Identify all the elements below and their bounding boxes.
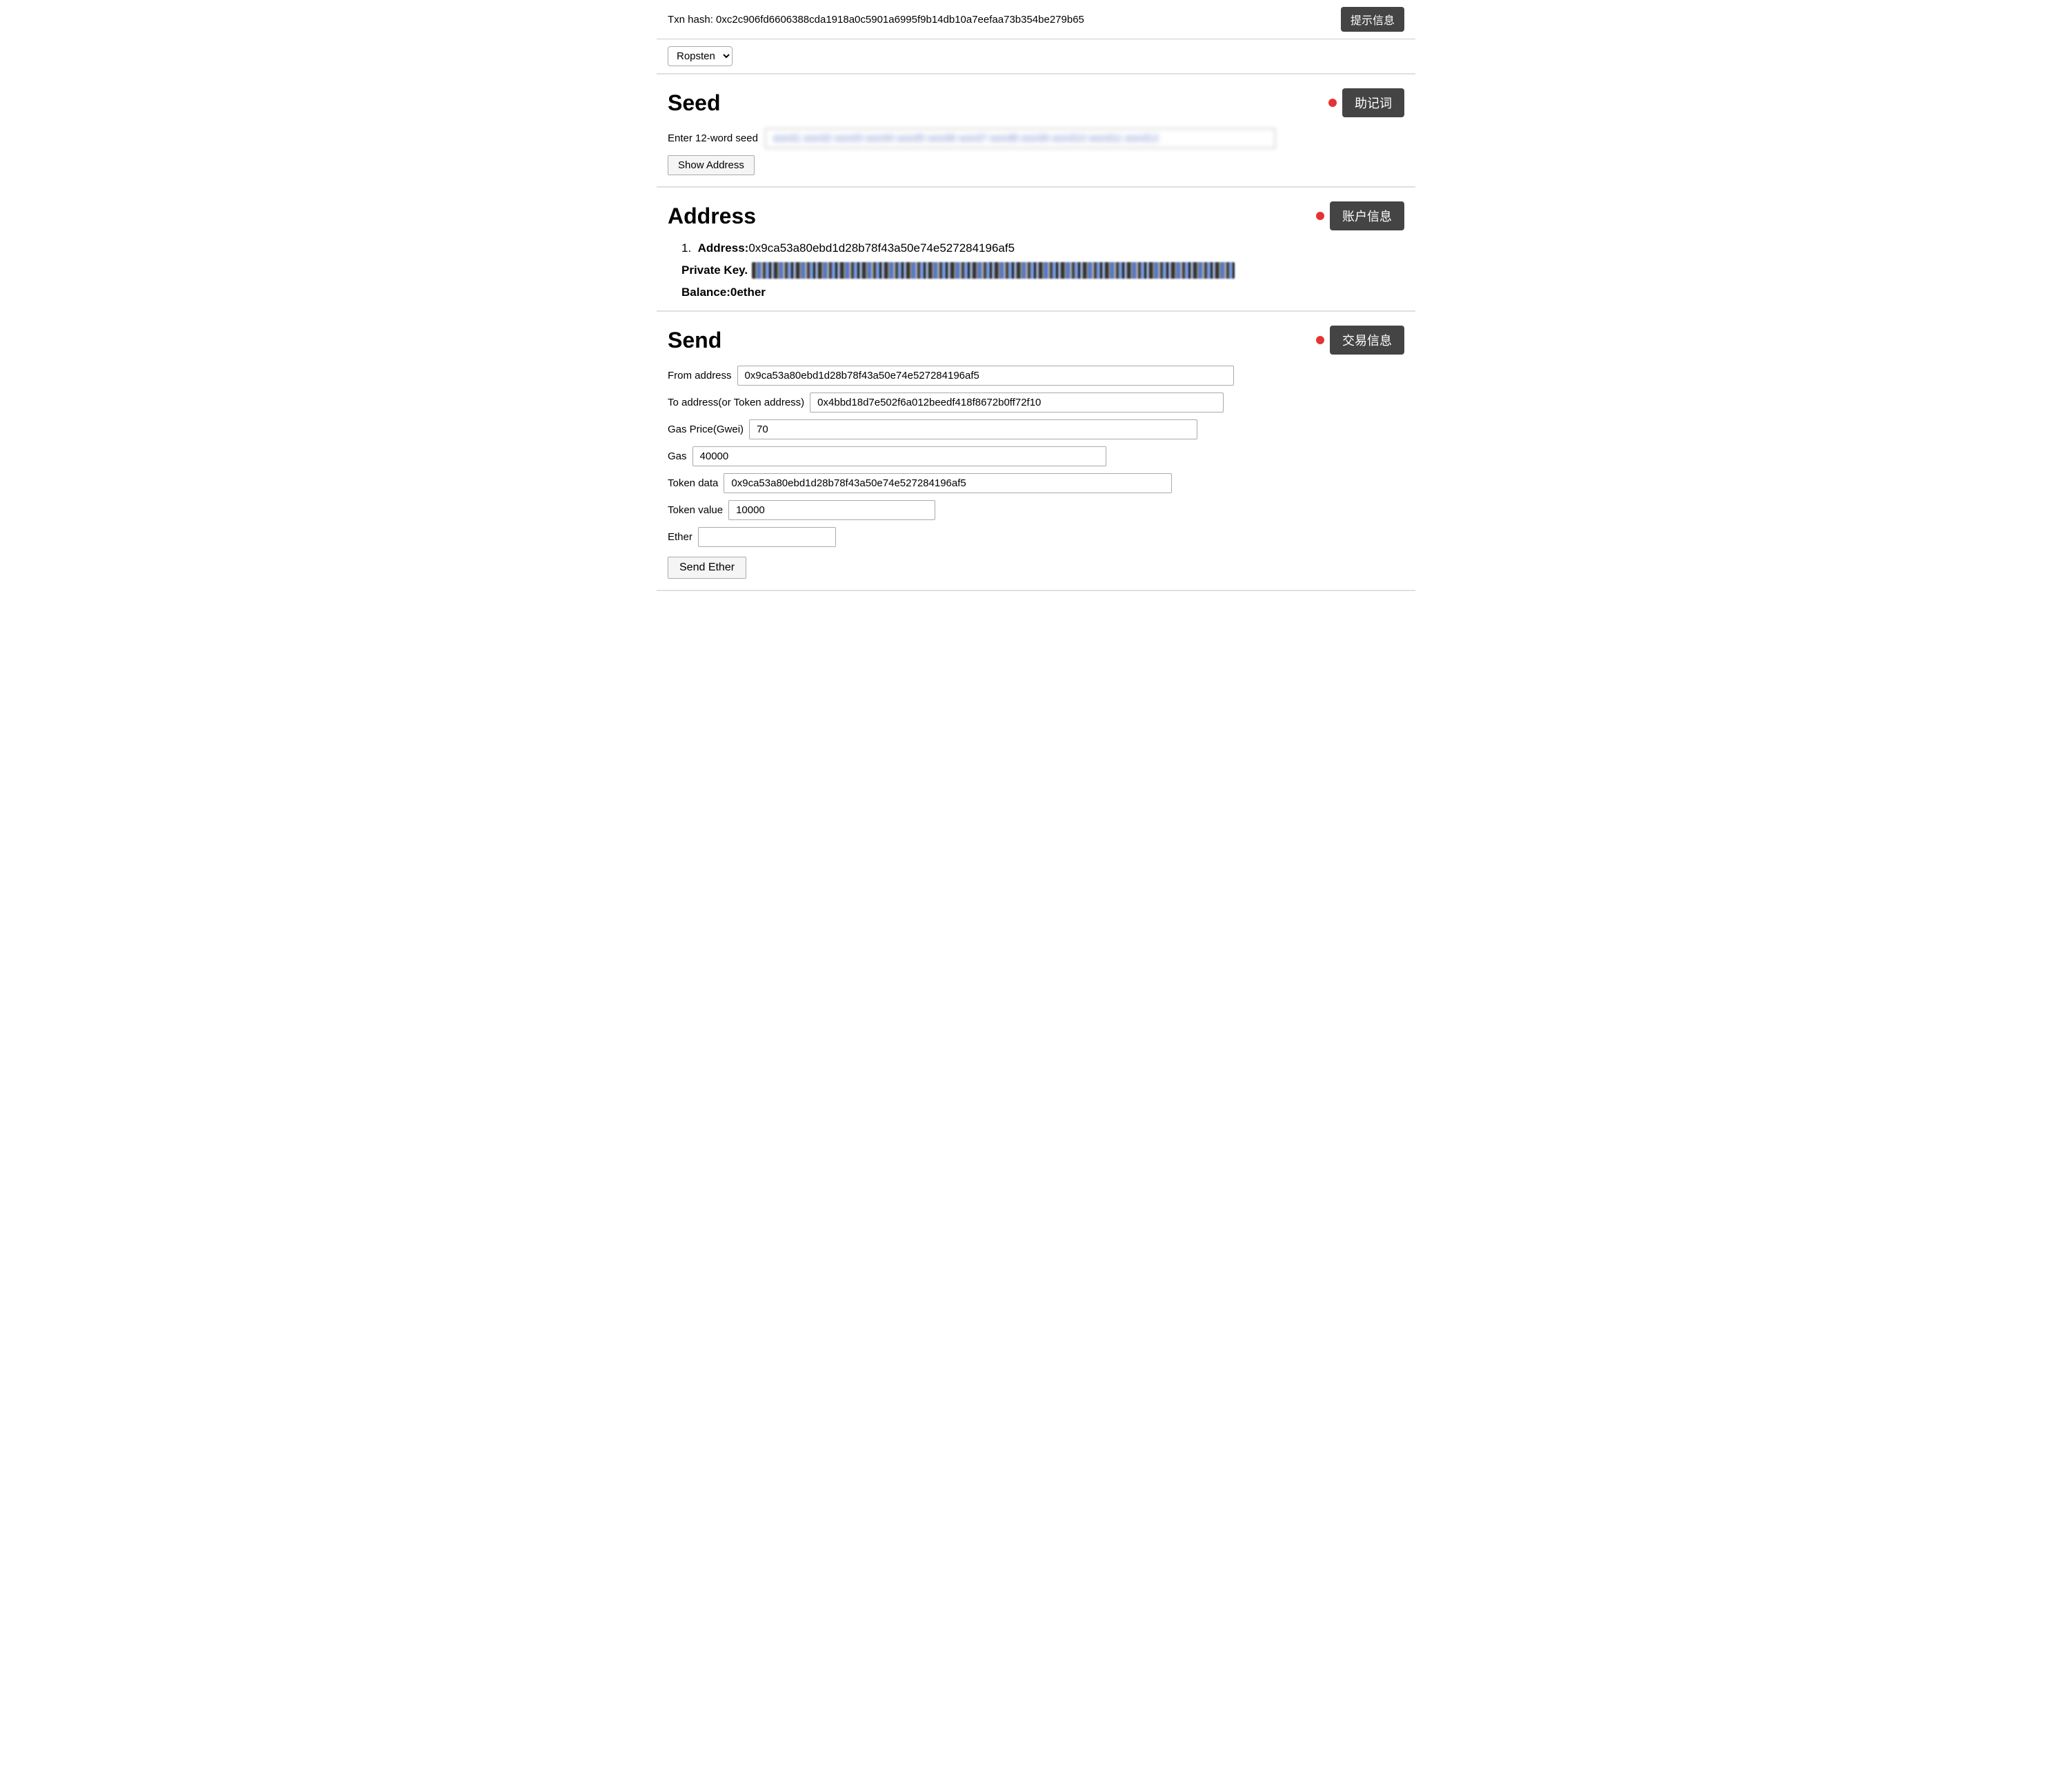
send-red-dot <box>1316 336 1324 344</box>
send-badge-area: 交易信息 <box>1316 326 1404 355</box>
seed-section-header: Seed 助记词 <box>668 88 1404 117</box>
gas-label: Gas <box>668 450 687 462</box>
token-value-label: Token value <box>668 504 723 516</box>
seed-red-dot <box>1328 99 1337 107</box>
send-badge: 交易信息 <box>1330 326 1404 355</box>
to-address-row: To address(or Token address) <box>668 393 1404 413</box>
token-value-input[interactable] <box>728 500 935 520</box>
seed-badge-area: 助记词 <box>1328 88 1404 117</box>
ether-label: Ether <box>668 531 693 543</box>
from-address-row: From address <box>668 366 1404 386</box>
ether-row: Ether <box>668 527 1404 547</box>
address-line: 1. Address:0x9ca53a80ebd1d28b78f43a50e74… <box>681 241 1404 255</box>
seed-input-row: Enter 12-word seed <box>668 128 1404 148</box>
address-section: Address 账户信息 1. Address:0x9ca53a80ebd1d2… <box>657 188 1415 312</box>
address-value: 0x9ca53a80ebd1d28b78f43a50e74e527284196a… <box>748 241 1015 255</box>
private-key-blur <box>752 262 1235 279</box>
seed-input[interactable] <box>765 128 1275 148</box>
ether-input[interactable] <box>698 527 836 547</box>
txn-hash-tooltip-badge: 提示信息 <box>1341 7 1404 32</box>
gas-price-label: Gas Price(Gwei) <box>668 424 744 435</box>
gas-row: Gas <box>668 446 1404 466</box>
txn-hash-bar: Txn hash: 0xc2c906fd6606388cda1918a0c590… <box>657 0 1415 39</box>
address-badge-area: 账户信息 <box>1316 201 1404 230</box>
seed-section-title: Seed <box>668 90 720 116</box>
send-section-title: Send <box>668 328 721 353</box>
token-value-row: Token value <box>668 500 1404 520</box>
txn-hash-text: Txn hash: 0xc2c906fd6606388cda1918a0c590… <box>668 14 1333 26</box>
private-key-label: Private Key. <box>681 264 748 277</box>
seed-section: Seed 助记词 Enter 12-word seed Show Address <box>657 74 1415 188</box>
gas-price-input[interactable] <box>749 419 1197 439</box>
address-section-header: Address 账户信息 <box>668 201 1404 230</box>
to-address-label: To address(or Token address) <box>668 397 804 408</box>
address-label: Address: <box>698 241 749 255</box>
seed-label: Enter 12-word seed <box>668 132 758 144</box>
send-section: Send 交易信息 From address To address(or Tok… <box>657 312 1415 591</box>
gas-input[interactable] <box>693 446 1106 466</box>
show-address-button[interactable]: Show Address <box>668 155 755 175</box>
private-key-line: Private Key. <box>681 262 1404 279</box>
network-bar: Ropsten Mainnet Rinkeby Kovan <box>657 39 1415 74</box>
from-address-label: From address <box>668 370 732 381</box>
token-data-input[interactable] <box>724 473 1172 493</box>
send-ether-button[interactable]: Send Ether <box>668 557 746 579</box>
balance-value: 0ether <box>730 286 766 299</box>
address-badge: 账户信息 <box>1330 201 1404 230</box>
address-section-title: Address <box>668 203 756 229</box>
token-data-label: Token data <box>668 477 718 489</box>
address-item: 1. Address:0x9ca53a80ebd1d28b78f43a50e74… <box>681 241 1404 299</box>
seed-badge: 助记词 <box>1342 88 1404 117</box>
to-address-input[interactable] <box>810 393 1224 413</box>
address-red-dot <box>1316 212 1324 220</box>
item-number: 1. <box>681 241 691 255</box>
network-select[interactable]: Ropsten Mainnet Rinkeby Kovan <box>668 46 733 66</box>
send-section-header: Send 交易信息 <box>668 326 1404 355</box>
token-data-row: Token data <box>668 473 1404 493</box>
gas-price-row: Gas Price(Gwei) <box>668 419 1404 439</box>
balance-line: Balance:0ether <box>681 286 1404 299</box>
balance-label: Balance: <box>681 286 730 299</box>
from-address-input[interactable] <box>737 366 1234 386</box>
